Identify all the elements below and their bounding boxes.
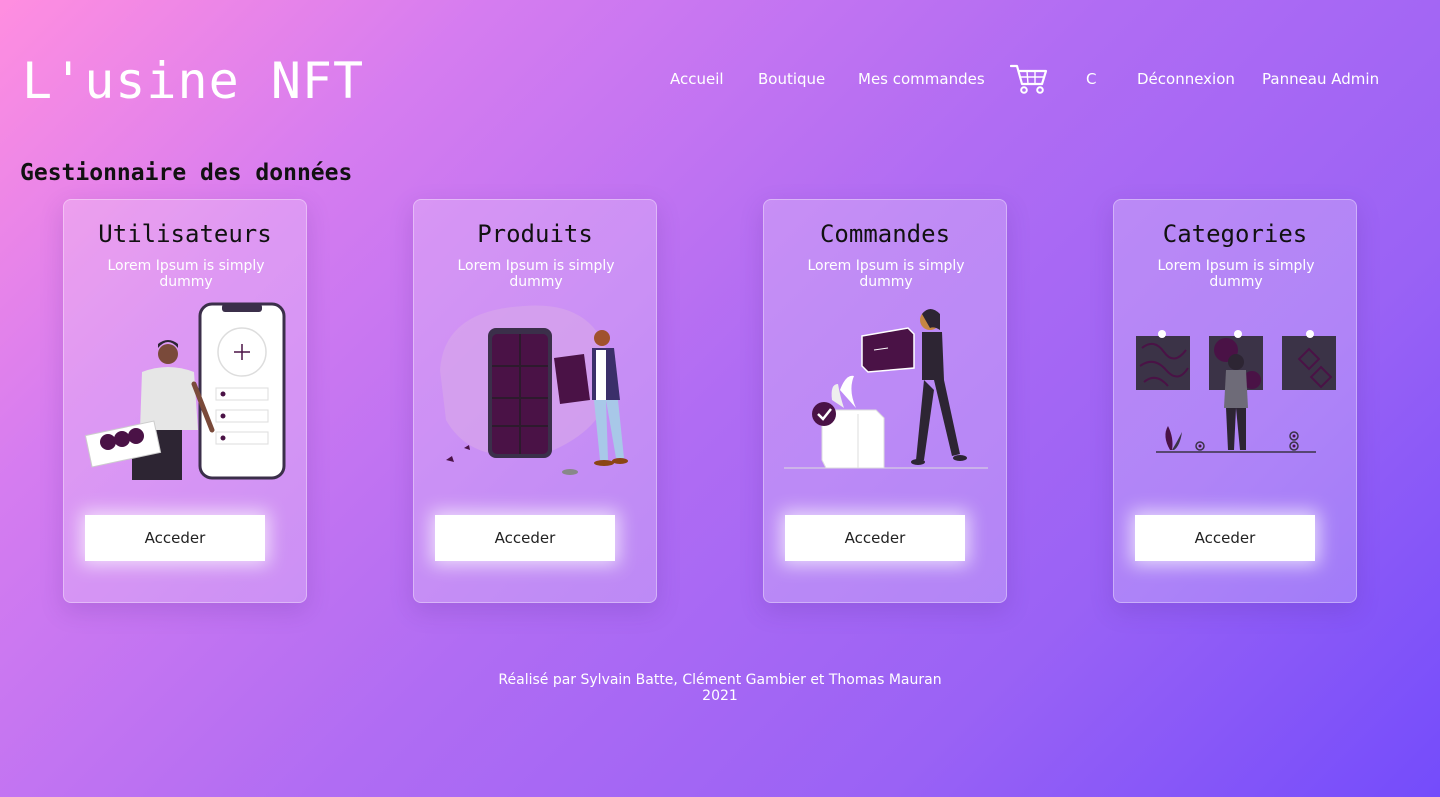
card-description: Lorem Ipsum is simply dummy [807,258,965,290]
card-description: Lorem Ipsum is simply dummy [1157,258,1315,290]
nav-boutique[interactable]: Boutique [758,70,825,88]
main-nav: Accueil Boutique Mes commandes C Déconne… [0,62,1440,98]
acceder-button[interactable]: Acceder [1135,515,1315,561]
card-description: Lorem Ipsum is simply dummy [457,258,615,290]
card-title: Categories [1162,220,1308,248]
puzzle-phone-illustration [434,300,638,480]
top-bar: L'usine NFT Accueil Boutique Mes command… [0,0,1440,160]
card-utilisateurs: Utilisateurs Lorem Ipsum is simply dummy [63,199,307,603]
card-produits: Produits Lorem Ipsum is simply dummy Acc… [413,199,657,603]
footer-credits: Réalisé par Sylvain Batte, Clément Gambi… [498,672,942,688]
users-illustration [84,300,288,480]
footer-year: 2021 [702,688,738,704]
card-description: Lorem Ipsum is simply dummy [107,258,265,290]
section-title: Gestionnaire des données [20,160,353,186]
delivery-box-illustration [784,300,988,480]
nav-panneau-admin[interactable]: Panneau Admin [1262,70,1379,88]
footer: Réalisé par Sylvain Batte, Clément Gambi… [420,672,1020,704]
gallery-illustration [1134,300,1338,480]
acceder-button[interactable]: Acceder [85,515,265,561]
nav-c[interactable]: C [1086,70,1096,88]
nav-mes-commandes[interactable]: Mes commandes [858,70,985,88]
card-title: Utilisateurs [98,220,272,248]
acceder-button[interactable]: Acceder [435,515,615,561]
card-categories: Categories Lorem Ipsum is simply dummy A… [1113,199,1357,603]
nav-deconnexion[interactable]: Déconnexion [1137,70,1235,88]
cart-icon[interactable] [1009,62,1048,96]
nav-accueil[interactable]: Accueil [670,70,724,88]
acceder-button[interactable]: Acceder [785,515,965,561]
card-title: Commandes [819,220,951,248]
card-commandes: Commandes Lorem Ipsum is simply dummy Ac… [763,199,1007,603]
card-title: Produits [477,220,593,248]
